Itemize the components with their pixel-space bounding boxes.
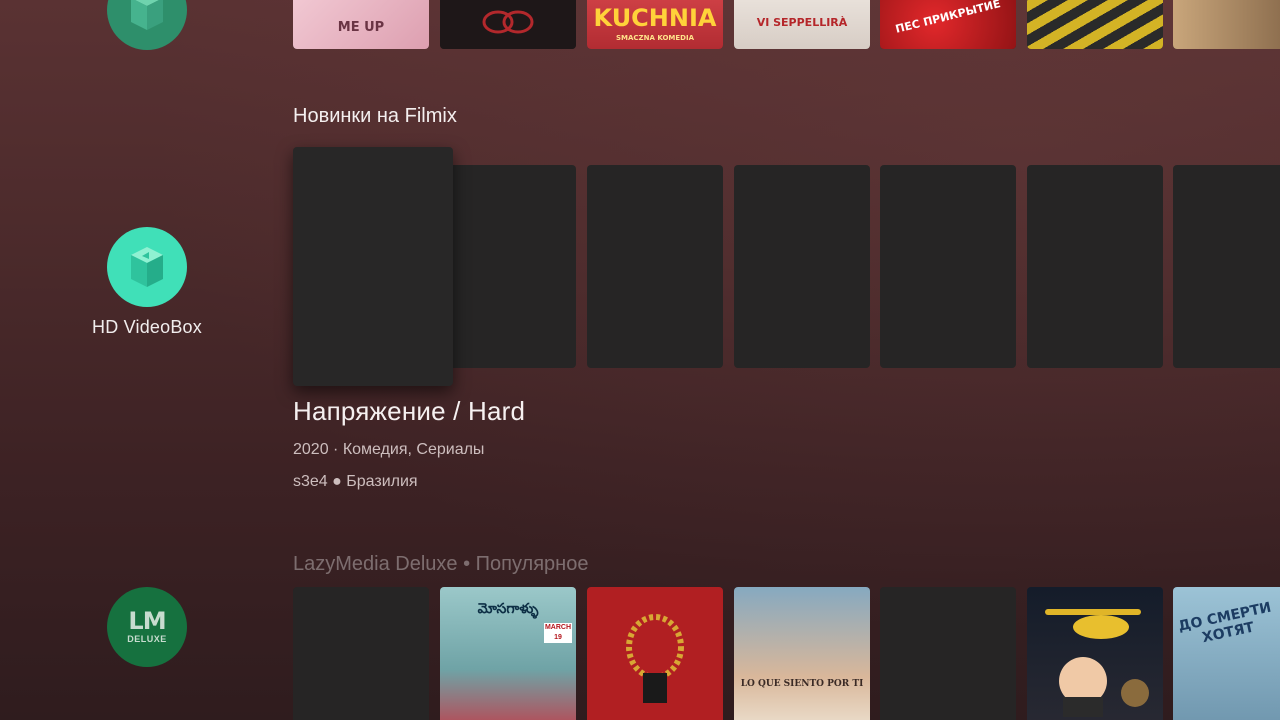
- row-title-lazymedia-popular: LazyMedia Deluxe • Популярное: [293, 553, 589, 575]
- poster-crown-ornament: [626, 614, 684, 703]
- poster-card[interactable]: మోసగాళ్ళు MARCH 19: [440, 587, 576, 720]
- poster-card-placeholder[interactable]: [734, 165, 870, 368]
- poster-title: ME UP: [337, 20, 385, 35]
- poster-card[interactable]: [587, 587, 723, 720]
- poster-ornament: [482, 10, 534, 34]
- poster-art: [1027, 0, 1163, 49]
- lazymedia-logo-icon: LM DELUXE: [107, 587, 187, 667]
- row-title-filmix-new: Новинки на Filmix: [293, 105, 457, 127]
- poster-title: మోసగాళ్ళు: [477, 601, 539, 617]
- poster-card[interactable]: ME UP: [293, 0, 429, 49]
- lazymedia-logo-text: LM: [128, 607, 166, 635]
- poster-card-placeholder[interactable]: [1027, 165, 1163, 368]
- poster-card-placeholder[interactable]: [587, 165, 723, 368]
- poster-card[interactable]: ДО СМЕРТИ ХОТЯТ: [1173, 587, 1280, 720]
- poster-card[interactable]: LO QUE SIENTO POR TI: [734, 587, 870, 720]
- focused-card[interactable]: [293, 147, 453, 386]
- videobox-cube-icon: [107, 227, 187, 307]
- lazymedia-logo-sub: DELUXE: [127, 634, 167, 644]
- poster-card-placeholder[interactable]: [293, 587, 429, 720]
- poster-subtitle: SMACZNA KOMEDIA: [616, 34, 694, 42]
- poster-card-placeholder[interactable]: [880, 587, 1016, 720]
- poster-card[interactable]: VI SEPPELLIRÀ: [734, 0, 870, 49]
- videobox-cube-icon: [107, 0, 187, 50]
- detail-title: Напряжение / Hard: [293, 396, 526, 426]
- detail-episode-country: s3e4 ● Бразилия: [293, 473, 418, 490]
- poster-card-placeholder[interactable]: [440, 165, 576, 368]
- poster-art: [1173, 0, 1280, 49]
- poster-title: KUCHNIA: [593, 4, 717, 32]
- poster-title: VI SEPPELLIRÀ: [756, 16, 848, 29]
- poster-card[interactable]: KUCHNIA SMACZNA KOMEDIA: [587, 0, 723, 49]
- poster-helicopter-baby: [1045, 609, 1149, 717]
- poster-card-placeholder[interactable]: [1173, 165, 1280, 368]
- focused-details: Напряжение / Hard 2020 · Комедия, Сериал…: [293, 396, 525, 491]
- poster-card-placeholder[interactable]: [880, 165, 1016, 368]
- app-lazymedia-deluxe[interactable]: LM DELUXE: [57, 587, 237, 667]
- app-hd-videobox[interactable]: HD VideoBox: [57, 227, 237, 338]
- poster-card[interactable]: ПЕС ПРИКРЫТИЕ: [880, 0, 1016, 49]
- poster-card[interactable]: [440, 0, 576, 49]
- poster-card[interactable]: [1173, 0, 1280, 49]
- app-label-hd-videobox: HD VideoBox: [92, 317, 202, 337]
- poster-card[interactable]: [1027, 0, 1163, 49]
- detail-meta: 2020 · Комедия, Сериалы: [293, 441, 485, 458]
- app-videobox-top[interactable]: [57, 0, 237, 50]
- poster-date-badge: MARCH 19: [544, 623, 572, 643]
- poster-card[interactable]: [1027, 587, 1163, 720]
- poster-title: LO QUE SIENTO POR TI: [740, 679, 864, 689]
- poster-art: [734, 587, 870, 720]
